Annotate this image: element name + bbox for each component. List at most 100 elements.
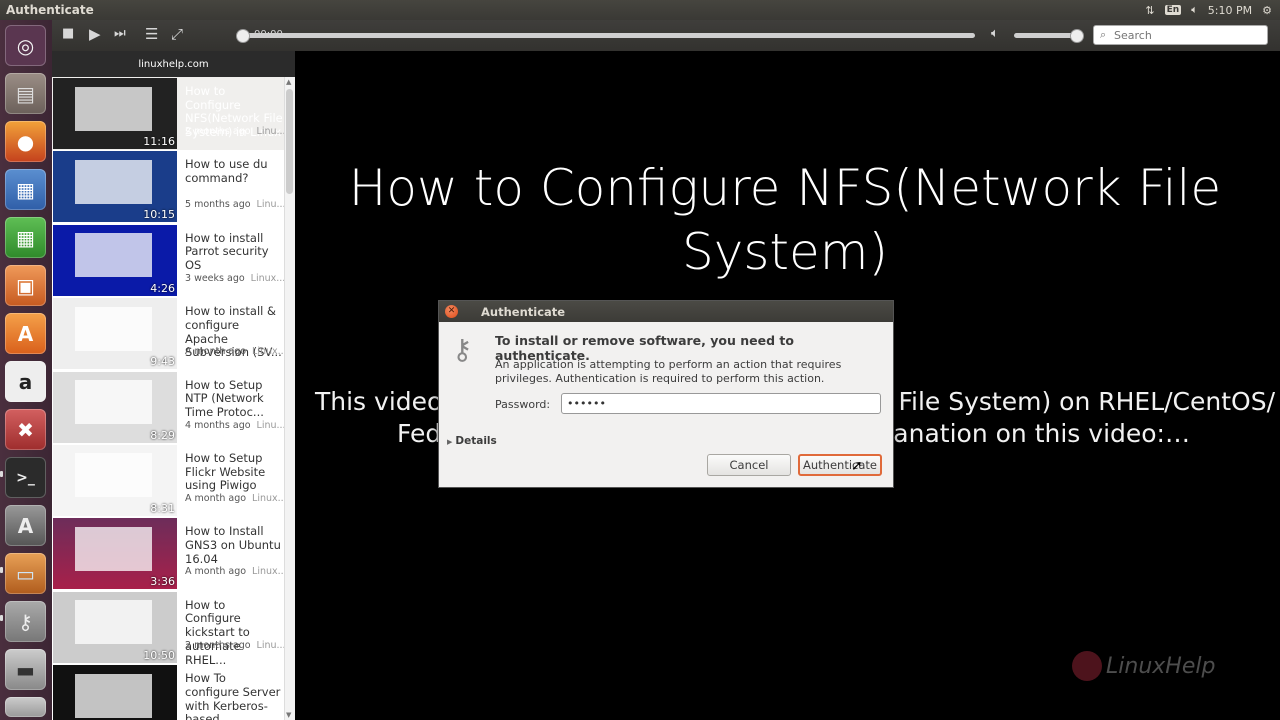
video-duration: 11:16: [143, 135, 175, 148]
playlist-scrollbar[interactable]: ▲ ▼: [284, 77, 295, 720]
dialog-title: Authenticate: [481, 305, 566, 319]
playlist-item[interactable]: 9:43 How to install & configure Apache Su…: [52, 297, 285, 370]
calc-icon[interactable]: ▦: [5, 217, 46, 258]
keyboard-icon[interactable]: En: [1164, 5, 1182, 15]
video-thumbnail: 10:15: [53, 151, 177, 223]
volume-icon[interactable]: 🔈︎: [1191, 3, 1198, 17]
scroll-up-icon[interactable]: ▲: [286, 78, 291, 86]
thumbnail-screen: [75, 380, 153, 425]
thumbnail-screen: [75, 600, 153, 645]
playlist-item[interactable]: 3:36 How to Install GNS3 on Ubuntu 16.04 A…: [52, 517, 285, 590]
passwords-icon[interactable]: ⚷: [5, 601, 46, 642]
dialog-body: An application is attempting to perform …: [495, 358, 842, 385]
video-age: 2 months ago: [185, 639, 251, 651]
top-panel: Authenticate ⇅ En 🔈︎ 5:10 PM ⚙: [0, 0, 1280, 20]
authenticate-button[interactable]: Authenticate: [798, 454, 882, 476]
watermark-text: LinuxHelp: [1106, 653, 1216, 679]
video-meta: [185, 713, 285, 720]
video-player-running-pip: [0, 567, 3, 573]
video-title-text: How to install Parrot security OS: [185, 230, 269, 273]
volume-icon[interactable]: 🔈︎: [991, 26, 999, 41]
amazon-icon[interactable]: a: [5, 361, 46, 402]
watermark: LinuxHelp: [1072, 651, 1215, 681]
player-toolbar: ■ ▶ ⏭ ☰ ⤢ 00:00 🔈︎ ⌕: [52, 20, 1280, 51]
trash-icon[interactable]: [5, 697, 46, 717]
keys-icon: ⚷: [452, 333, 473, 366]
search-box[interactable]: ⌕: [1093, 25, 1268, 45]
thumbnail-screen: [75, 86, 153, 131]
system-settings-icon[interactable]: ✖: [5, 409, 46, 450]
details-expander[interactable]: ▶ Details: [447, 435, 497, 447]
playlist-items: 11:16 How to Configure NFS(Network File S…: [52, 77, 285, 720]
video-desc-line1-left: This video: [315, 387, 443, 416]
thumbnail-screen: [75, 233, 153, 278]
video-meta: 2 months ago Linu...: [185, 126, 285, 137]
linuxhelp-logo-icon: [1072, 651, 1102, 681]
ubuntu-dash-icon[interactable]: ◎: [5, 25, 46, 66]
close-icon[interactable]: ✕: [445, 305, 458, 318]
seek-handle[interactable]: [236, 29, 250, 43]
password-field[interactable]: [561, 393, 881, 414]
cancel-button[interactable]: Cancel: [707, 454, 791, 476]
updater-icon[interactable]: A: [5, 505, 46, 546]
writer-icon[interactable]: ▦: [5, 169, 46, 210]
clock[interactable]: 5:10 PM: [1208, 4, 1252, 17]
playlist-item[interactable]: 10:50 How to Configure kickstart to autom…: [52, 591, 285, 666]
playlist-item[interactable]: 8:29 How to Setup NTP (Network Time Proto…: [52, 371, 285, 444]
video-title-text: How to Setup Flickr Website using Piwigo: [185, 450, 266, 493]
thumbnail-screen: [75, 673, 153, 718]
fullscreen-icon[interactable]: ⤢: [171, 25, 183, 43]
video-thumbnail: 8:31: [53, 444, 177, 516]
video-title-text: How to Configure kickstart to automate R…: [185, 597, 250, 667]
scroll-down-icon[interactable]: ▼: [286, 711, 291, 719]
video-channel: Linu...: [256, 199, 285, 211]
passwords-running-pip: [0, 615, 3, 621]
video-age: A month ago: [185, 566, 247, 578]
network-icon[interactable]: ⇅: [1145, 4, 1154, 17]
seek-bar[interactable]: [236, 29, 975, 43]
firefox-icon[interactable]: ●: [5, 121, 46, 162]
playlist-item[interactable]: 10:15 How to use du command? 5 months ago L…: [52, 150, 285, 223]
disk-icon[interactable]: ▬: [5, 649, 46, 690]
playlist-item[interactable]: How To configure Server with Kerberos-ba…: [52, 664, 285, 720]
video-age: 2 months ago: [185, 126, 251, 137]
video-thumbnail: 9:43: [53, 298, 177, 370]
volume-slider[interactable]: [1014, 29, 1084, 43]
next-icon[interactable]: ⏭: [114, 26, 126, 41]
search-input[interactable]: [1114, 27, 1262, 43]
thumbnail-screen: [75, 526, 153, 571]
video-title-text: How to Setup NTP (Network Time Protoc...: [185, 377, 264, 419]
playlist-scroll-thumb[interactable]: [286, 89, 293, 194]
dialog-titlebar[interactable]: ✕ Authenticate: [439, 301, 893, 322]
video-age: 5 months ago: [185, 199, 251, 211]
video-duration: 4:26: [150, 281, 175, 295]
software-center-icon[interactable]: A: [5, 313, 46, 354]
video-duration: 8:31: [150, 501, 175, 515]
playlist-panel: linuxhelp.com 11:16 How to Configure NFS(…: [52, 51, 295, 720]
playlist-item[interactable]: 11:16 How to Configure NFS(Network File S…: [52, 77, 285, 151]
play-icon[interactable]: ▶: [89, 25, 101, 43]
search-icon: ⌕: [1100, 28, 1107, 41]
password-label: Password:: [495, 398, 551, 411]
video-age: 3 weeks ago: [185, 272, 245, 284]
thumbnail-screen: [75, 159, 153, 204]
stop-icon[interactable]: ■: [62, 26, 74, 41]
playlist-icon[interactable]: ☰: [145, 25, 158, 43]
terminal-icon[interactable]: >_: [5, 457, 46, 498]
video-player-icon[interactable]: ▭: [5, 553, 46, 594]
video-age: 4 months ago: [185, 419, 251, 431]
video-duration: 9:43: [150, 355, 175, 369]
impress-icon[interactable]: ▣: [5, 265, 46, 306]
video-channel: Linux...: [250, 272, 285, 284]
playlist-item[interactable]: 4:26 How to install Parrot security OS 3 w…: [52, 224, 285, 297]
video-thumbnail: 4:26: [53, 224, 177, 296]
video-duration: 8:29: [150, 428, 175, 442]
video-channel: Linu...: [256, 126, 285, 137]
settings-icon[interactable]: ⚙: [1262, 4, 1272, 17]
launcher: ◎ ▤ ● ▦ ▦ ▣ A a ✖ >_ A ▭ ⚷ ▬: [0, 20, 53, 720]
volume-handle[interactable]: [1070, 29, 1084, 43]
video-desc-line1-right: File System) on RHEL/CentOS/: [898, 387, 1275, 416]
files-icon[interactable]: ▤: [5, 73, 46, 114]
playlist-item[interactable]: 8:31 How to Setup Flickr Website using Pi…: [52, 444, 285, 517]
terminal-running-pip: [0, 471, 3, 477]
